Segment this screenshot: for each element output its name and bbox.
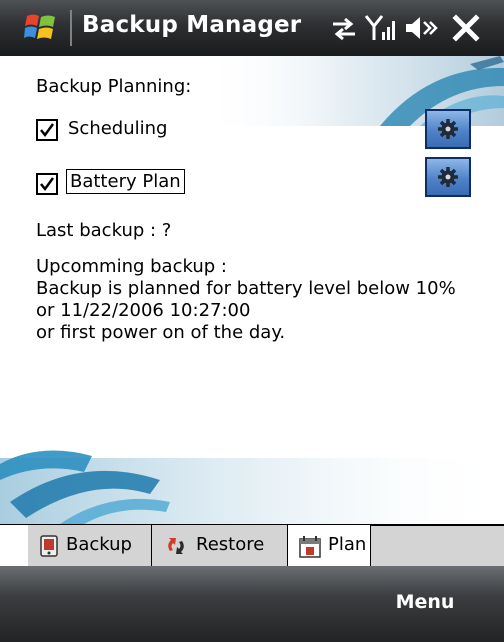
upcoming-backup-line: Backup is planned for battery level belo… [36,278,456,299]
volume-icon[interactable] [404,14,438,42]
softkey-bar: Menu [0,566,504,642]
gear-icon [438,119,458,139]
tab-restore[interactable]: Restore [152,525,288,567]
last-backup-text: Last backup : ? [36,220,172,241]
scheduling-settings-button[interactable] [425,109,471,149]
background-decoration [0,450,504,524]
tab-backup-label: Backup [66,534,132,555]
title-bar: Backup Manager [0,0,504,56]
battery-plan-checkbox[interactable] [36,173,58,195]
tab-restore-label: Restore [196,534,265,555]
plan-panel: Backup Planning: Scheduling Battery Plan [0,56,504,524]
backup-icon [40,535,58,557]
upcoming-backup-heading: Upcomming backup : [36,256,227,277]
upcoming-backup-line: or first power on of the day. [36,322,286,343]
calendar-icon [299,536,321,558]
tab-plan[interactable]: Plan [288,525,371,567]
menu-softkey[interactable]: Menu [370,584,480,620]
signal-icon[interactable] [364,12,398,44]
tab-bar-filler [371,525,504,567]
scheduling-checkbox[interactable] [36,119,58,141]
gear-icon [438,167,458,187]
scheduling-label[interactable]: Scheduling [68,118,167,139]
battery-plan-label[interactable]: Battery Plan [66,169,185,194]
app-title: Backup Manager [82,12,302,38]
close-icon[interactable] [448,10,484,46]
tab-backup[interactable]: Backup [28,525,152,567]
tab-plan-label: Plan [328,534,367,555]
restore-icon [168,538,184,554]
checkmark-icon [40,123,55,138]
connectivity-icon[interactable] [330,14,358,42]
checkmark-icon [40,177,55,192]
battery-plan-settings-button[interactable] [425,157,471,197]
backup-planning-heading: Backup Planning: [36,76,192,97]
upcoming-backup-line: or 11/22/2006 10:27:00 [36,300,251,321]
tab-bar-spacer [0,525,28,567]
windows-flag-icon[interactable] [24,10,58,44]
tab-bar: Backup Restore Plan [0,524,504,567]
device-screen: Backup Manager Backup Planning: Scheduli… [0,0,504,642]
title-separator [70,10,72,46]
